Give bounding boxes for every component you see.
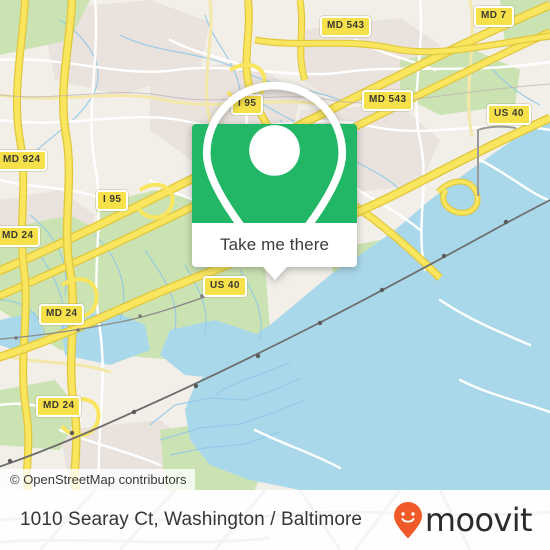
callout-action-panel[interactable]: Take me there (192, 223, 357, 280)
road-shield: MD 7 (474, 6, 514, 27)
road-shield: MD 924 (0, 150, 48, 171)
road-shield: US 40 (487, 104, 531, 125)
moovit-logo[interactable]: moovit (393, 501, 533, 539)
moovit-pin-icon (393, 502, 422, 538)
road-shield: MD 24 (36, 396, 82, 417)
map-attribution[interactable]: © OpenStreetMap contributors (0, 469, 195, 490)
road-shield: MD 543 (362, 90, 414, 111)
road-shield: I 95 (96, 190, 129, 211)
footer-bar: 1010 Searay Ct, Washington / Baltimore m… (0, 490, 550, 550)
map-pin-icon (202, 81, 347, 267)
callout-tail (262, 267, 287, 280)
destination-callout[interactable]: Take me there (192, 81, 357, 280)
callout-icon-panel (192, 81, 357, 267)
road-shield: MD 24 (39, 304, 85, 325)
moovit-wordmark: moovit (424, 501, 533, 539)
take-me-there-label: Take me there (219, 235, 330, 254)
map-canvas[interactable]: MD 543 MD 7 I 95 MD 543 US 40 MD 924 I 9… (0, 0, 550, 490)
moovit-map-screenshot: MD 543 MD 7 I 95 MD 543 US 40 MD 924 I 9… (0, 0, 550, 550)
destination-address: 1010 Searay Ct, Washington / Baltimore (20, 509, 363, 530)
road-shield: MD 24 (0, 226, 41, 247)
